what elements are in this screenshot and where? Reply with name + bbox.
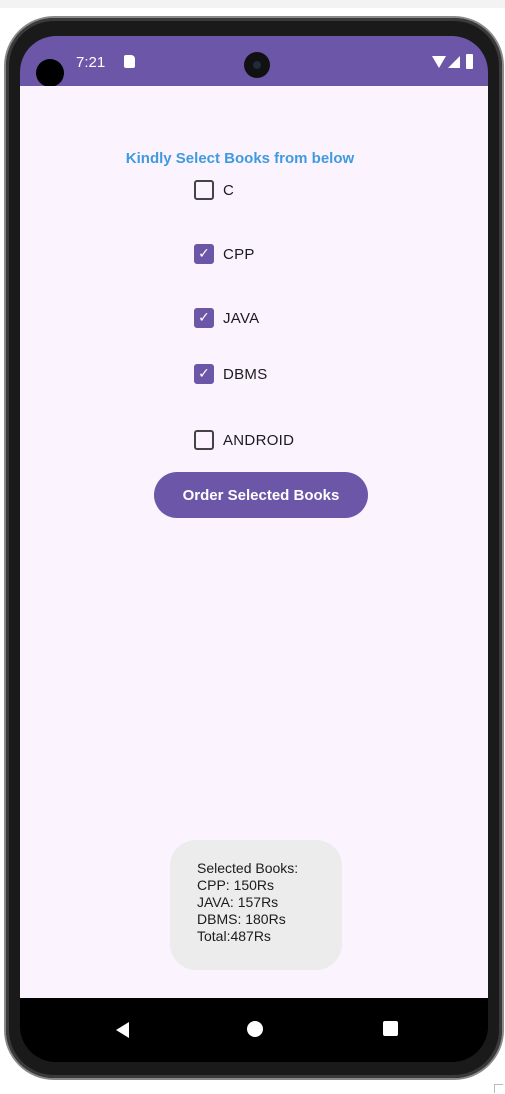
checkbox-box-checked[interactable]: ✓ <box>194 308 214 328</box>
check-icon: ✓ <box>198 310 210 326</box>
home-icon[interactable] <box>247 1021 263 1037</box>
checkbox-label: ANDROID <box>223 431 295 449</box>
wifi-icon <box>432 56 446 68</box>
checkbox-box-checked[interactable]: ✓ <box>194 244 214 264</box>
checkbox-dbms[interactable]: ✓ DBMS <box>194 364 268 384</box>
navigation-bar <box>20 998 488 1062</box>
recents-icon[interactable] <box>383 1021 398 1036</box>
checkbox-cpp[interactable]: ✓ CPP <box>194 244 255 264</box>
toast-line: Selected Books: <box>197 860 299 876</box>
status-time: 7:21 <box>76 54 106 71</box>
battery-icon <box>466 54 473 69</box>
checkbox-c[interactable]: C <box>194 180 234 200</box>
checkbox-label: DBMS <box>223 365 268 383</box>
toast-line: Total:487Rs <box>197 928 271 944</box>
toast-line: CPP: 150Rs <box>197 877 275 893</box>
checkbox-box-checked[interactable]: ✓ <box>194 364 214 384</box>
front-camera-icon <box>244 52 270 78</box>
signal-icon <box>448 56 460 68</box>
checkbox-label: JAVA <box>223 309 260 327</box>
selected-books-toast: Selected Books: CPP: 150Rs JAVA: 157Rs D… <box>170 840 342 970</box>
check-icon: ✓ <box>198 246 210 262</box>
checkbox-label: C <box>223 181 235 199</box>
check-icon: ✓ <box>198 366 210 382</box>
checkbox-android[interactable]: ANDROID <box>194 430 294 450</box>
order-selected-books-button[interactable]: Order Selected Books <box>154 472 368 518</box>
window-top-strip <box>0 0 505 8</box>
toast-line: DBMS: 180Rs <box>197 911 286 927</box>
checkbox-box[interactable] <box>194 180 214 200</box>
phone-frame: 7:21 Kindly Select Books from below C ✓ … <box>6 18 502 1078</box>
status-bar: 7:21 <box>20 36 488 87</box>
sd-card-icon <box>124 55 135 68</box>
punch-hole-camera <box>36 59 64 87</box>
checkbox-label: CPP <box>223 245 255 263</box>
toast-line: JAVA: 157Rs <box>197 894 279 910</box>
checkbox-box[interactable] <box>194 430 214 450</box>
checkbox-java[interactable]: ✓ JAVA <box>194 308 260 328</box>
back-icon[interactable] <box>116 1022 129 1038</box>
phone-screen: 7:21 Kindly Select Books from below C ✓ … <box>20 36 488 1062</box>
page-title: Kindly Select Books from below <box>125 150 355 167</box>
app-content: Kindly Select Books from below C ✓ CPP ✓… <box>20 86 488 998</box>
resize-corner-icon <box>494 1084 503 1093</box>
